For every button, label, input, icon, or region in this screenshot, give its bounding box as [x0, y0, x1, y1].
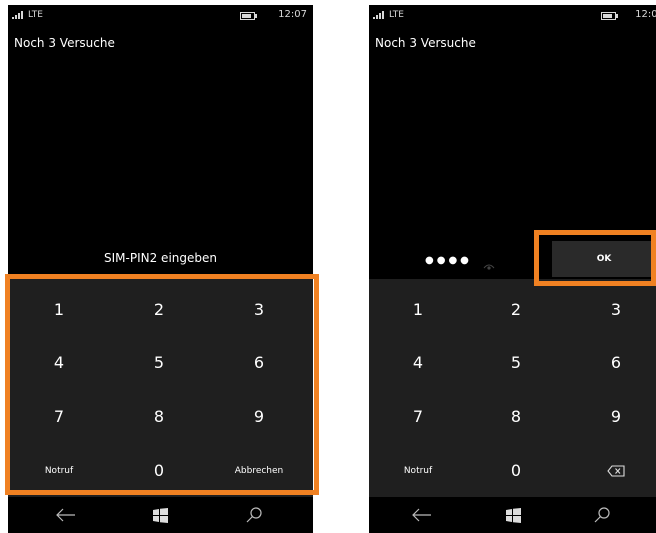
battery-icon — [240, 12, 257, 20]
pin-entry-field[interactable]: ●●●● — [425, 255, 472, 266]
navigation-bar — [369, 497, 656, 533]
key-4[interactable]: 4 — [369, 335, 469, 390]
signal-strength-icon — [12, 11, 23, 19]
network-type: LTE — [28, 10, 43, 20]
search-icon[interactable] — [587, 503, 617, 527]
emergency-call-button[interactable]: Notruf — [369, 443, 469, 498]
key-0[interactable]: 0 — [465, 443, 567, 498]
key-2[interactable]: 2 — [465, 282, 567, 337]
search-icon[interactable] — [239, 503, 269, 527]
reveal-pin-icon[interactable] — [483, 256, 495, 275]
key-3[interactable]: 3 — [565, 282, 656, 337]
numeric-keypad: 1 2 3 4 5 6 7 8 9 Notruf 0 — [369, 279, 656, 497]
key-7[interactable]: 7 — [369, 389, 469, 444]
navigation-bar — [8, 497, 313, 533]
backspace-icon — [607, 464, 625, 477]
ok-button-highlight-frame — [534, 230, 656, 286]
remaining-attempts: Noch 3 Versuche — [375, 36, 476, 50]
key-5[interactable]: 5 — [465, 335, 567, 390]
windows-start-icon[interactable] — [498, 503, 528, 527]
back-arrow-icon[interactable] — [51, 503, 81, 527]
windows-start-icon[interactable] — [145, 503, 175, 527]
status-bar: LTE 12:07 — [8, 5, 313, 25]
key-1[interactable]: 1 — [369, 282, 469, 337]
network-type: LTE — [389, 10, 404, 20]
remaining-attempts: Noch 3 Versuche — [14, 36, 115, 50]
keypad-highlight-frame — [5, 274, 319, 495]
key-9[interactable]: 9 — [565, 389, 656, 444]
pin-prompt: SIM-PIN2 eingeben — [104, 251, 217, 265]
clock: 12:07 — [278, 9, 307, 20]
battery-icon — [601, 12, 618, 20]
clock: 12:07 — [635, 9, 656, 20]
key-8[interactable]: 8 — [465, 389, 567, 444]
backspace-button[interactable] — [565, 443, 656, 498]
key-6[interactable]: 6 — [565, 335, 656, 390]
back-arrow-icon[interactable] — [407, 503, 437, 527]
status-bar: LTE 12:07 — [369, 5, 656, 25]
signal-strength-icon — [373, 11, 384, 19]
